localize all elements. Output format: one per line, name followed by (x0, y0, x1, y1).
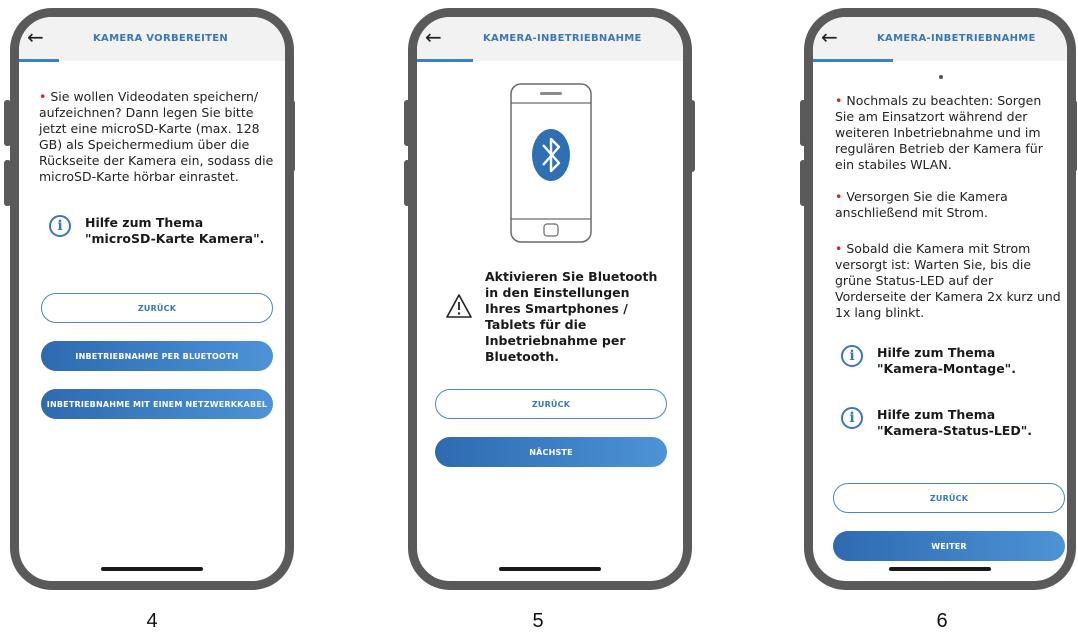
bullet-dot: • (835, 189, 843, 204)
bullet-dot: • (39, 89, 47, 104)
phone-screen-6: ← KAMERA-INBETRIEBNAHME • Nochmals zu bea… (804, 8, 1076, 590)
info-icon: i (841, 407, 863, 429)
app-header: ← KAMERA-INBETRIEBNAHME (813, 17, 1067, 61)
back-arrow-icon[interactable]: ← (821, 27, 838, 47)
info-icon: i (841, 345, 863, 367)
home-indicator[interactable] (101, 567, 203, 571)
bluetooth-warning-text: Aktivieren Sie Bluetooth in den Einstell… (485, 269, 658, 364)
scroll-indicator (939, 75, 943, 79)
instruction-bullet: • Sie wollen Videodaten speichern/ aufzei… (39, 89, 275, 185)
phone-screen-4: ← KAMERA VORBEREITEN • Sie wollen Videoda… (10, 8, 294, 590)
smartphone-bluetooth-icon (510, 83, 592, 243)
progress-bar (417, 59, 473, 62)
back-arrow-icon[interactable]: ← (27, 27, 44, 47)
continue-button[interactable]: WEITER (833, 531, 1065, 561)
app-header: ← KAMERA VORBEREITEN (19, 17, 285, 61)
figure-label-6: 6 (936, 610, 948, 632)
home-indicator[interactable] (889, 567, 991, 571)
page-title: KAMERA VORBEREITEN (93, 33, 229, 44)
help-text: Hilfe zum Thema "microSD-Karte Kamera". (85, 215, 265, 246)
next-button[interactable]: NÄCHSTE (435, 437, 667, 467)
bullet-dot: • (835, 241, 843, 256)
app-header: ← KAMERA-INBETRIEBNAHME (417, 17, 683, 61)
bullet-text: Sobald die Kamera mit Strom versorgt ist… (835, 241, 1061, 320)
figure-label-5: 5 (532, 610, 544, 632)
bullet-text: Sie wollen Videodaten speichern/ aufzeic… (39, 89, 274, 184)
instruction-bullet: • Nochmals zu beachten: Sorgen Sie am Ein… (835, 93, 1061, 173)
back-button[interactable]: ZURÜCK (833, 483, 1065, 513)
progress-bar (19, 59, 59, 62)
progress-bar (813, 59, 893, 62)
warning-icon (446, 294, 472, 318)
network-cable-setup-button[interactable]: INBETRIEBNAHME MIT EINEM NETZWERKKABEL (41, 389, 273, 419)
back-arrow-icon[interactable]: ← (425, 27, 442, 47)
home-indicator[interactable] (499, 567, 601, 571)
page-title: KAMERA-INBETRIEBNAHME (483, 33, 642, 44)
help-link[interactable]: i Hilfe zum Thema "Kamera-Montage". (841, 345, 1055, 377)
bullet-text: Versorgen Sie die Kamera anschließend mi… (835, 189, 1008, 220)
info-icon: i (49, 215, 71, 237)
page-title: KAMERA-INBETRIEBNAHME (877, 33, 1036, 44)
back-button[interactable]: ZURÜCK (41, 293, 273, 323)
instruction-bullet: • Sobald die Kamera mit Strom versorgt is… (835, 241, 1061, 321)
help-link[interactable]: i Hilfe zum Thema "microSD-Karte Kamera"… (49, 215, 269, 247)
figure-label-4: 4 (146, 610, 158, 632)
instruction-bullet: • Versorgen Sie die Kamera anschließend m… (835, 189, 1061, 221)
bullet-text: Nochmals zu beachten: Sorgen Sie am Eins… (835, 93, 1043, 172)
bluetooth-setup-button[interactable]: INBETRIEBNAHME PER BLUETOOTH (41, 341, 273, 371)
help-text: Hilfe zum Thema "Kamera-Status-LED". (877, 407, 1032, 438)
bullet-dot: • (835, 93, 843, 108)
help-text: Hilfe zum Thema "Kamera-Montage". (877, 345, 1016, 376)
help-link[interactable]: i Hilfe zum Thema "Kamera-Status-LED". (841, 407, 1055, 439)
back-button[interactable]: ZURÜCK (435, 389, 667, 419)
phone-screen-5: ← KAMERA-INBETRIEBNAHME Aktivieren Sie B… (408, 8, 692, 590)
